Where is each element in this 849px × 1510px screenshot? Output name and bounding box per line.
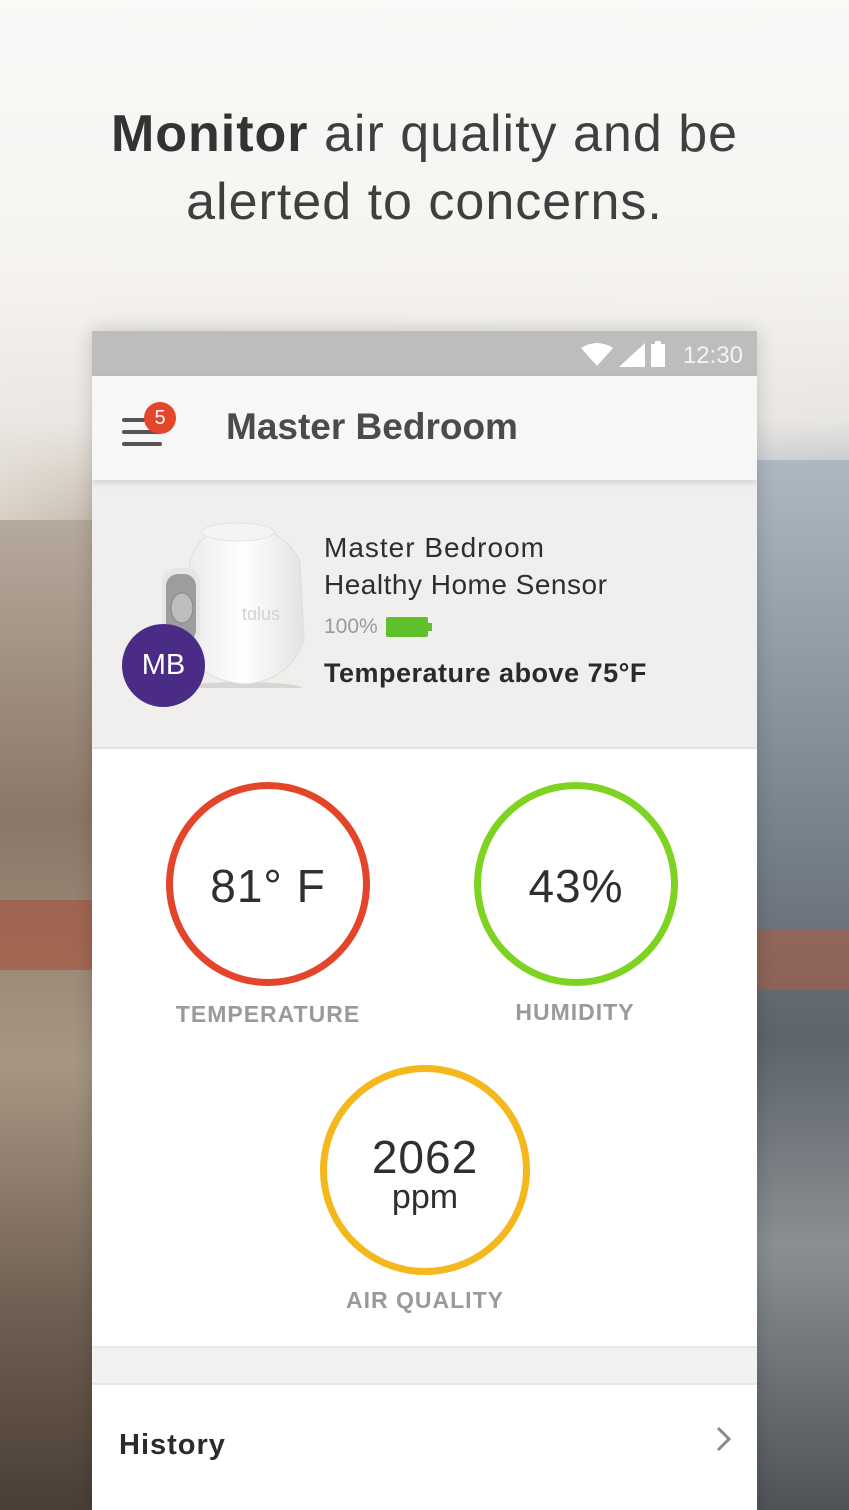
- history-label: History: [119, 1429, 226, 1461]
- status-time: 12:30: [682, 342, 743, 369]
- battery-level-icon: [385, 617, 432, 637]
- sensor-name: Master Bedroom: [324, 532, 545, 563]
- battery-percent: 100%: [324, 615, 378, 638]
- sensor-alert: Temperature above 75°F: [324, 658, 647, 688]
- air-quality-unit: ppm: [391, 1178, 459, 1216]
- app-bar: 5 Master Bedroom: [92, 376, 757, 480]
- phone-screen: 12:30 5 Master Bedroom tɑlus MB Master B…: [92, 331, 757, 1510]
- section-divider: [92, 1348, 757, 1385]
- air-quality-gauge[interactable]: 2062 ppm: [320, 1065, 530, 1275]
- metrics-panel: 81° F TEMPERATURE 43% HUMIDITY 2062 ppm …: [92, 749, 757, 1348]
- device-brand-text: tɑlus: [242, 604, 280, 624]
- background-blur-accent-right: [757, 930, 849, 990]
- background-blur-left: [0, 520, 95, 1510]
- menu-icon-bar: [122, 442, 162, 446]
- history-row[interactable]: History: [92, 1385, 757, 1495]
- humidity-label: HUMIDITY: [515, 999, 635, 1025]
- headline-line2: alerted to concerns.: [186, 173, 663, 231]
- signal-icon: [619, 343, 645, 367]
- page-title: Master Bedroom: [226, 406, 518, 447]
- air-quality-label: AIR QUALITY: [346, 1287, 504, 1313]
- avatar: MB: [122, 624, 205, 707]
- air-quality-value: 2062: [371, 1131, 479, 1183]
- sensor-type: Healthy Home Sensor: [324, 569, 608, 600]
- humidity-value: 43%: [528, 860, 624, 912]
- promo-headline: Monitor air quality and be alerted to co…: [0, 100, 849, 236]
- background-blur-accent-left: [0, 900, 95, 970]
- status-icons: [581, 341, 665, 367]
- headline-bold: Monitor: [110, 105, 309, 163]
- temperature-label: TEMPERATURE: [175, 1001, 361, 1027]
- headline-line1: air quality and be: [308, 105, 739, 163]
- temperature-value: 81° F: [210, 860, 326, 912]
- battery-status: 100%: [324, 615, 432, 639]
- battery-icon: [651, 341, 665, 367]
- temperature-gauge[interactable]: 81° F: [166, 782, 370, 986]
- chevron-right-icon: [716, 1426, 732, 1452]
- status-bar: 12:30: [92, 331, 757, 376]
- sensor-card[interactable]: tɑlus MB Master Bedroom Healthy Home Sen…: [92, 480, 757, 749]
- notification-badge[interactable]: 5: [144, 402, 176, 434]
- wifi-icon: [581, 343, 613, 366]
- humidity-gauge[interactable]: 43%: [474, 782, 678, 986]
